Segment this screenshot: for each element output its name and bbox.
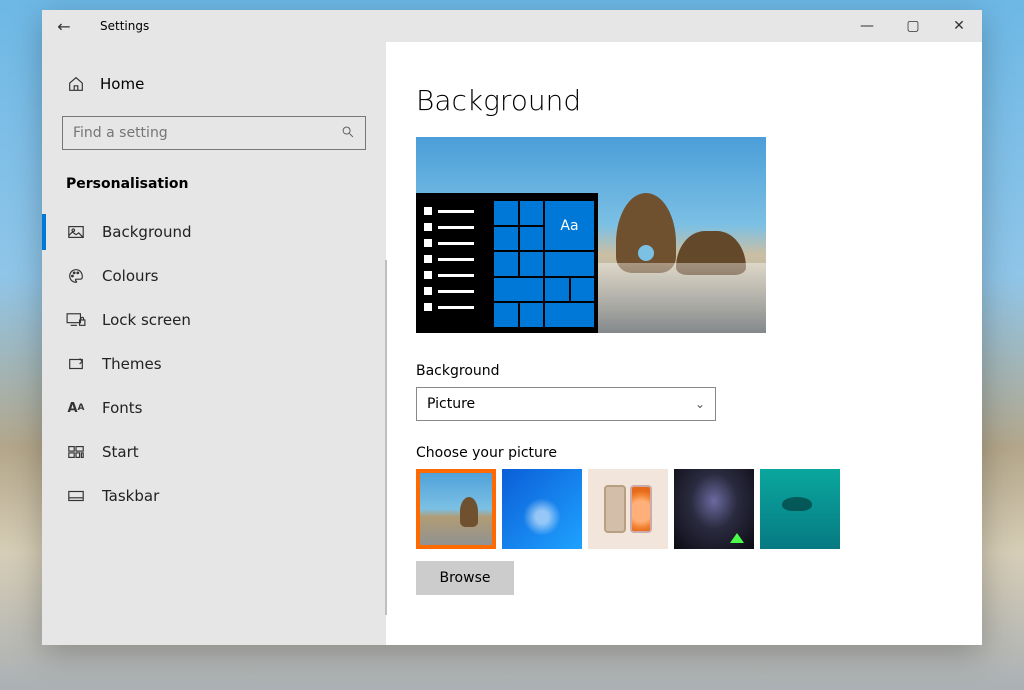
choose-picture-label: Choose your picture xyxy=(416,445,952,461)
background-mode-label: Background xyxy=(416,363,952,379)
image-icon xyxy=(66,222,86,242)
palette-icon xyxy=(66,266,86,286)
lock-screen-icon xyxy=(66,310,86,330)
sidebar-item-themes[interactable]: Themes xyxy=(42,342,386,386)
preview-aa-tile: Aa xyxy=(545,201,594,250)
dropdown-value: Picture xyxy=(427,396,475,412)
titlebar: ← Settings — ▢ ✕ xyxy=(42,10,982,42)
sidebar-item-lock-screen[interactable]: Lock screen xyxy=(42,298,386,342)
sidebar: Home Personalisation Background xyxy=(42,42,386,645)
close-button[interactable]: ✕ xyxy=(936,10,982,42)
maximize-button[interactable]: ▢ xyxy=(890,10,936,42)
sidebar-item-taskbar[interactable]: Taskbar xyxy=(42,474,386,518)
picture-thumbnails xyxy=(416,469,952,549)
sidebar-home[interactable]: Home xyxy=(42,66,386,102)
start-icon xyxy=(66,442,86,462)
background-preview: Aa xyxy=(416,137,766,333)
font-icon: AA xyxy=(66,398,86,418)
minimize-button[interactable]: — xyxy=(844,10,890,42)
taskbar-icon xyxy=(66,486,86,506)
page-title: Background xyxy=(416,84,952,117)
main-panel: Background Aa xyxy=(386,42,982,645)
sidebar-item-label: Start xyxy=(102,443,139,461)
sidebar-item-fonts[interactable]: AA Fonts xyxy=(42,386,386,430)
picture-thumb-3[interactable] xyxy=(588,469,668,549)
browse-button[interactable]: Browse xyxy=(416,561,514,595)
content-area: Home Personalisation Background xyxy=(42,42,982,645)
sidebar-item-start[interactable]: Start xyxy=(42,430,386,474)
sidebar-item-colours[interactable]: Colours xyxy=(42,254,386,298)
search-icon xyxy=(341,124,355,143)
settings-window: ← Settings — ▢ ✕ Home Personalisation xyxy=(42,10,982,645)
sidebar-item-label: Fonts xyxy=(102,399,142,417)
start-menu-preview: Aa xyxy=(416,193,598,333)
search-box[interactable] xyxy=(62,116,366,150)
picture-thumb-2[interactable] xyxy=(502,469,582,549)
back-button[interactable]: ← xyxy=(46,17,82,36)
sidebar-item-label: Lock screen xyxy=(102,311,191,329)
window-controls: — ▢ ✕ xyxy=(844,10,982,42)
sidebar-item-label: Taskbar xyxy=(102,487,159,505)
category-title: Personalisation xyxy=(42,160,386,210)
sidebar-item-label: Colours xyxy=(102,267,158,285)
sidebar-item-background[interactable]: Background xyxy=(42,210,386,254)
sidebar-item-label: Themes xyxy=(102,355,162,373)
picture-thumb-4[interactable] xyxy=(674,469,754,549)
window-title: Settings xyxy=(100,19,149,33)
picture-thumb-5[interactable] xyxy=(760,469,840,549)
background-mode-dropdown[interactable]: Picture ⌄ xyxy=(416,387,716,421)
chevron-down-icon: ⌄ xyxy=(695,397,705,411)
search-input[interactable] xyxy=(73,125,341,141)
sidebar-home-label: Home xyxy=(100,75,144,93)
picture-thumb-1[interactable] xyxy=(416,469,496,549)
home-icon xyxy=(66,74,86,94)
preview-rock-icon xyxy=(616,193,676,273)
themes-icon xyxy=(66,354,86,374)
titlebar-left: ← Settings xyxy=(46,17,149,36)
sidebar-item-label: Background xyxy=(102,223,192,241)
